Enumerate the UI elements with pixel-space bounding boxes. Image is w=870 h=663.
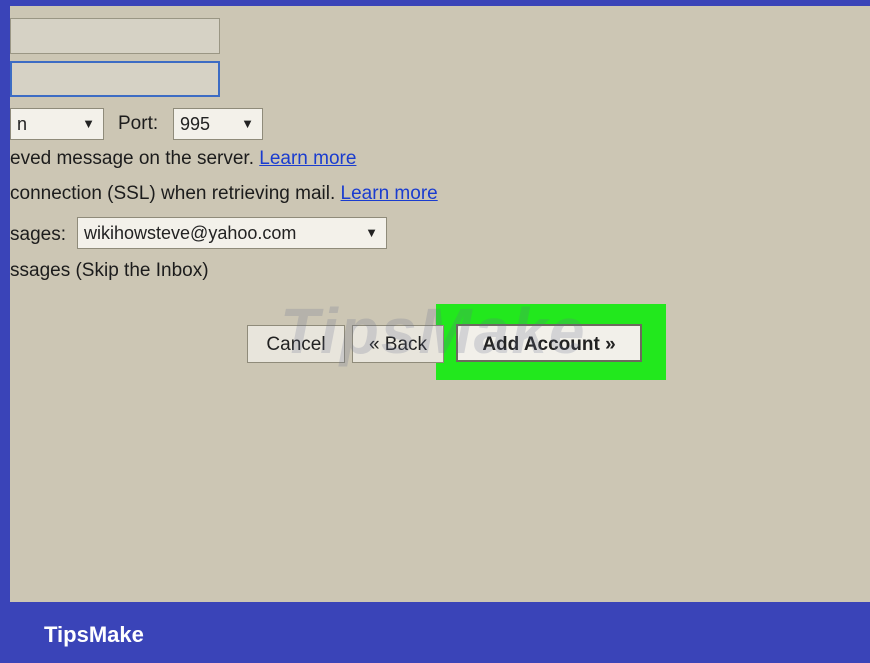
archive-option-text: ssages (Skip the Inbox) xyxy=(10,260,209,281)
chevron-down-icon: ▼ xyxy=(365,225,378,240)
chevron-down-icon: ▼ xyxy=(82,116,95,131)
cancel-button[interactable]: Cancel xyxy=(247,325,345,363)
port-select[interactable]: 995 ▼ xyxy=(173,108,263,140)
add-account-button[interactable]: Add Account » xyxy=(456,324,642,362)
pop-server-select[interactable]: n ▼ xyxy=(10,108,104,140)
label-select-value: wikihowsteve@yahoo.com xyxy=(84,223,297,243)
learn-more-link[interactable]: Learn more xyxy=(259,148,356,169)
label-select[interactable]: wikihowsteve@yahoo.com ▼ xyxy=(77,217,387,249)
username-field[interactable] xyxy=(10,18,220,54)
leave-copy-option: eved message on the server. Learn more xyxy=(10,148,356,170)
ssl-option: connection (SSL) when retrieving mail. L… xyxy=(10,183,438,205)
password-field[interactable] xyxy=(10,61,220,97)
learn-more-link[interactable]: Learn more xyxy=(341,183,438,204)
back-button[interactable]: « Back xyxy=(352,325,444,363)
label-incoming-text: sages: xyxy=(10,224,66,245)
leave-copy-text: eved message on the server. xyxy=(10,148,254,169)
account-settings-panel: n ▼ Port: 995 ▼ eved message on the serv… xyxy=(10,6,870,602)
ssl-text: connection (SSL) when retrieving mail. xyxy=(10,183,336,204)
pop-server-value: n xyxy=(17,114,28,134)
port-label: Port: xyxy=(118,113,159,134)
footer-brand: TipsMake xyxy=(44,622,144,647)
port-value: 995 xyxy=(180,114,211,134)
chevron-down-icon: ▼ xyxy=(241,116,254,131)
